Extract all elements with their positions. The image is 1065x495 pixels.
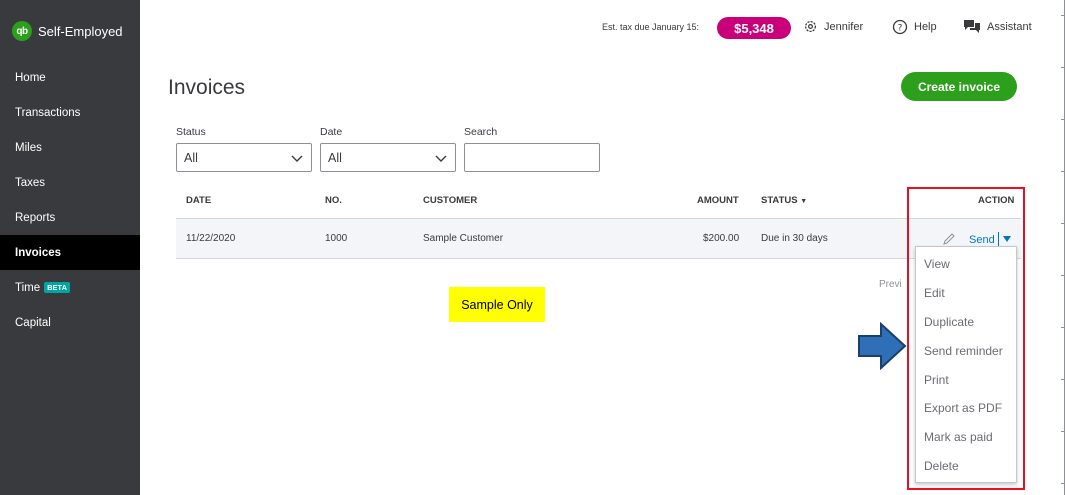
- sidebar-item-transactions[interactable]: Transactions: [0, 95, 140, 130]
- top-header: Est. tax due January 15: $5,348 Jennifer…: [140, 0, 1065, 56]
- chevron-down-icon: [291, 155, 303, 162]
- edge-tick: [1061, 379, 1065, 380]
- sidebar-item-label: Miles: [15, 141, 42, 154]
- sidebar-item-label: Transactions: [15, 106, 81, 119]
- quickbooks-logo-icon: qb: [12, 21, 32, 41]
- column-header-date[interactable]: DATE: [186, 195, 211, 206]
- brand-name: Self-Employed: [38, 23, 123, 39]
- est-tax-badge[interactable]: $5,348: [717, 17, 791, 39]
- sidebar-item-time[interactable]: Time BETA: [0, 270, 140, 305]
- sidebar-item-label: Home: [15, 71, 46, 84]
- column-header-status-label: STATUS: [761, 195, 798, 206]
- help-label: Help: [914, 21, 937, 33]
- cell-date: 11/22/2020: [186, 233, 236, 244]
- chevron-down-icon: [435, 155, 447, 162]
- pagination-previous[interactable]: Previ: [879, 279, 902, 290]
- sidebar-item-label: Taxes: [15, 176, 46, 189]
- sidebar-item-label: Time: [15, 281, 41, 294]
- user-name: Jennifer: [824, 20, 864, 33]
- edge-tick: [1061, 327, 1065, 328]
- edge-tick: [1061, 119, 1065, 120]
- column-header-no[interactable]: NO.: [325, 195, 342, 206]
- assistant-label: Assistant: [987, 20, 1032, 33]
- column-header-amount[interactable]: AMOUNT: [697, 195, 739, 206]
- assistant-link[interactable]: Assistant: [963, 19, 1032, 34]
- status-filter-select[interactable]: All: [176, 143, 312, 172]
- sidebar-nav: Home Transactions Miles Taxes Reports In…: [0, 60, 140, 340]
- sidebar-item-miles[interactable]: Miles: [0, 130, 140, 165]
- sort-down-icon: ▼: [800, 198, 808, 205]
- status-filter-value: All: [184, 150, 198, 165]
- highlight-box: [907, 187, 1025, 490]
- gear-icon: [804, 20, 817, 33]
- date-filter-select[interactable]: All: [320, 143, 456, 172]
- sidebar-item-label: Invoices: [15, 246, 62, 259]
- search-input[interactable]: [464, 143, 600, 172]
- status-filter-label: Status: [176, 126, 206, 138]
- sidebar-item-reports[interactable]: Reports: [0, 200, 140, 235]
- edge-tick: [1061, 223, 1065, 224]
- brand[interactable]: qb Self-Employed: [12, 20, 123, 42]
- edge-tick: [1061, 67, 1065, 68]
- table-row[interactable]: [176, 219, 1021, 259]
- column-header-status[interactable]: STATUS ▼: [761, 195, 807, 206]
- edge-tick: [1061, 431, 1065, 432]
- cell-status: Due in 30 days: [761, 233, 828, 244]
- edge-tick: [1061, 275, 1065, 276]
- svg-text:?: ?: [898, 24, 903, 34]
- cell-customer: Sample Customer: [423, 233, 504, 244]
- sample-note: Sample Only: [449, 287, 545, 322]
- cell-no: 1000: [325, 233, 348, 244]
- user-settings-link[interactable]: Jennifer: [803, 19, 863, 34]
- question-circle-icon: ?: [892, 19, 908, 35]
- date-filter-label: Date: [320, 126, 343, 138]
- sidebar-item-taxes[interactable]: Taxes: [0, 165, 140, 200]
- cell-amount: $200.00: [703, 233, 740, 244]
- create-invoice-button[interactable]: Create invoice: [901, 72, 1017, 101]
- beta-badge: BETA: [44, 282, 71, 293]
- date-filter-value: All: [328, 150, 342, 165]
- chat-bubbles-icon: [964, 20, 980, 33]
- search-label: Search: [464, 126, 498, 138]
- sidebar-item-invoices[interactable]: Invoices: [0, 235, 140, 270]
- help-link[interactable]: ? Help: [892, 19, 937, 35]
- edge-tick: [1061, 483, 1065, 484]
- sidebar-item-label: Reports: [15, 211, 56, 224]
- sidebar-item-label: Capital: [15, 316, 51, 329]
- est-tax-label: Est. tax due January 15:: [602, 22, 700, 32]
- sidebar: qb Self-Employed Home Transactions Miles…: [0, 0, 140, 495]
- right-arrow-icon: [858, 322, 907, 370]
- sidebar-item-home[interactable]: Home: [0, 60, 140, 95]
- edge-tick: [1061, 171, 1065, 172]
- column-header-customer[interactable]: CUSTOMER: [423, 195, 477, 206]
- page-title: Invoices: [168, 76, 246, 99]
- sidebar-item-capital[interactable]: Capital: [0, 305, 140, 340]
